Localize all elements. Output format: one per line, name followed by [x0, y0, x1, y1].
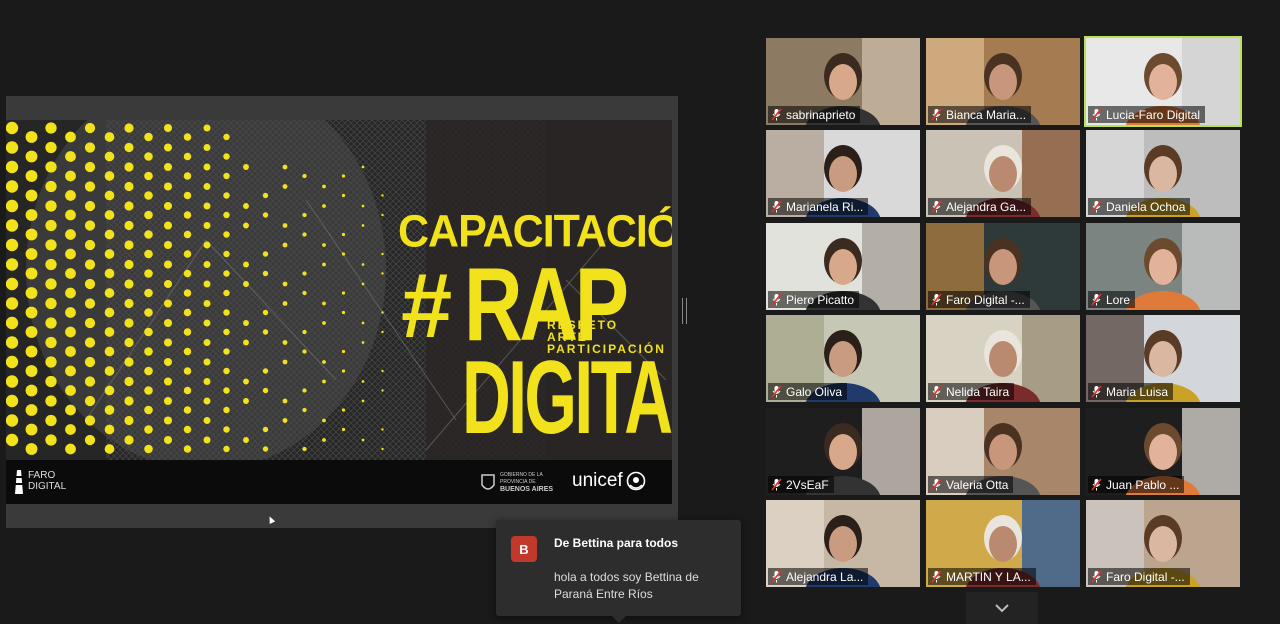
unicef-logo: unicef [572, 470, 646, 492]
participant-tile[interactable]: Daniela Ochoa [1086, 130, 1240, 217]
participant-name-bar: Bianca Maria... [928, 106, 1032, 123]
participant-name: Valeria Otta [946, 477, 1009, 492]
lighthouse-icon [15, 470, 23, 494]
participant-tile[interactable]: sabrinaprieto [766, 38, 920, 125]
participant-name: Daniela Ochoa [1106, 199, 1186, 214]
province-shield-icon [481, 474, 495, 490]
muted-mic-icon [1091, 385, 1102, 398]
participant-tile[interactable]: Juan Pablo ... [1086, 408, 1240, 495]
slide-hash: # [401, 255, 453, 357]
participant-name: Piero Picatto [786, 292, 855, 307]
muted-mic-icon [771, 385, 782, 398]
participant-tile[interactable]: Nelida Taira [926, 315, 1080, 402]
participant-name: 2VsEaF [786, 477, 829, 492]
ba-logo-line1: GOBIERNO DE LA PROVINCIA DE [500, 472, 543, 485]
muted-mic-icon [931, 478, 942, 491]
gallery-next-page-button[interactable] [966, 592, 1038, 624]
participant-name-bar: 2VsEaF [768, 476, 834, 493]
participant-tile[interactable]: Faro Digital -... [926, 223, 1080, 310]
participant-name: sabrinaprieto [786, 107, 856, 122]
slide-digital: DIGITAL [462, 340, 672, 456]
participant-tile[interactable]: Lucia-Faro Digital [1084, 36, 1242, 127]
buenos-aires-logo: GOBIERNO DE LA PROVINCIA DE BUENOS AIRES [480, 472, 564, 494]
panel-resize-handle[interactable] [682, 298, 687, 324]
participant-tile[interactable]: Maria Luisa [1086, 315, 1240, 402]
participant-name: Marianela Ri... [786, 199, 864, 214]
participant-name-bar: Marianela Ri... [768, 198, 869, 215]
participant-name-bar: Lore [1088, 291, 1136, 308]
participant-name: Alejandra Ga... [946, 199, 1027, 214]
participant-name: Lucia-Faro Digital [1106, 107, 1201, 122]
participant-tile[interactable]: Valeria Otta [926, 408, 1080, 495]
participant-name: Faro Digital -... [946, 292, 1025, 307]
muted-mic-icon [1091, 570, 1102, 583]
participant-name-bar: MARTIN Y LA... [928, 568, 1036, 585]
muted-mic-icon [771, 293, 782, 306]
participant-name: MARTIN Y LA... [946, 569, 1031, 584]
participant-tile[interactable]: Piero Picatto [766, 223, 920, 310]
participant-tile[interactable]: MARTIN Y LA... [926, 500, 1080, 587]
muted-mic-icon [931, 108, 942, 121]
participant-name-bar: Maria Luisa [1088, 383, 1174, 400]
participant-name: Faro Digital -... [1106, 569, 1185, 584]
chat-sender-avatar: B [511, 536, 537, 562]
participant-tile[interactable]: Marianela Ri... [766, 130, 920, 217]
participant-name-bar: Daniela Ochoa [1088, 198, 1191, 215]
muted-mic-icon [771, 478, 782, 491]
participant-name: Alejandra La... [786, 569, 864, 584]
chat-sender: De Bettina para todos [554, 536, 679, 550]
muted-mic-icon [1091, 200, 1102, 213]
participant-name-bar: Nelida Taira [928, 383, 1015, 400]
participant-tile[interactable]: Bianca Maria... [926, 38, 1080, 125]
participant-name-bar: Valeria Otta [928, 476, 1014, 493]
faro-logo-line2: DIGITAL [28, 481, 67, 492]
participant-tile[interactable]: Lore [1086, 223, 1240, 310]
chevron-down-icon [995, 604, 1009, 613]
participant-name-bar: Lucia-Faro Digital [1088, 106, 1206, 123]
participant-name: Nelida Taira [946, 384, 1010, 399]
participant-name: Galo Oliva [786, 384, 843, 399]
participant-tile[interactable]: 2VsEaF [766, 408, 920, 495]
muted-mic-icon [931, 570, 942, 583]
unicef-globe-icon [626, 471, 646, 491]
participant-name: Juan Pablo ... [1106, 477, 1180, 492]
chat-message: hola a todos soy Bettina de Paraná Entre… [554, 570, 699, 601]
muted-mic-icon [931, 293, 942, 306]
muted-mic-icon [1091, 478, 1102, 491]
muted-mic-icon [771, 108, 782, 121]
participant-tile[interactable]: Alejandra La... [766, 500, 920, 587]
faro-digital-logo: FARO DIGITAL [14, 468, 66, 494]
participant-name: Lore [1106, 292, 1131, 307]
muted-mic-icon [931, 385, 942, 398]
muted-mic-icon [771, 200, 782, 213]
ba-logo-line2: BUENOS AIRES [500, 486, 554, 493]
participant-tile[interactable]: Faro Digital -... [1086, 500, 1240, 587]
muted-mic-icon [1091, 293, 1102, 306]
muted-mic-icon [931, 200, 942, 213]
participant-name-bar: Piero Picatto [768, 291, 860, 308]
participant-name-bar: Galo Oliva [768, 383, 848, 400]
participant-name-bar: Juan Pablo ... [1088, 476, 1185, 493]
shared-slide: CAPACITACIÓN # RAP RESPETO ARTE PARTICIP… [6, 120, 672, 504]
participant-name-bar: Faro Digital -... [928, 291, 1030, 308]
faro-logo-line1: FARO [28, 470, 56, 481]
participant-name-bar: Alejandra La... [768, 568, 869, 585]
participant-tile[interactable]: Galo Oliva [766, 315, 920, 402]
unicef-wordmark: unicef [572, 470, 623, 491]
muted-mic-icon [1091, 108, 1102, 121]
participant-tile[interactable]: Alejandra Ga... [926, 130, 1080, 217]
chat-notification[interactable]: B De Bettina para todos hola a todos soy… [496, 520, 741, 623]
participant-name: Bianca Maria... [946, 107, 1027, 122]
participant-name: Maria Luisa [1106, 384, 1169, 399]
muted-mic-icon [771, 570, 782, 583]
participant-name-bar: Alejandra Ga... [928, 198, 1032, 215]
participant-name-bar: sabrinaprieto [768, 106, 861, 123]
participant-name-bar: Faro Digital -... [1088, 568, 1190, 585]
